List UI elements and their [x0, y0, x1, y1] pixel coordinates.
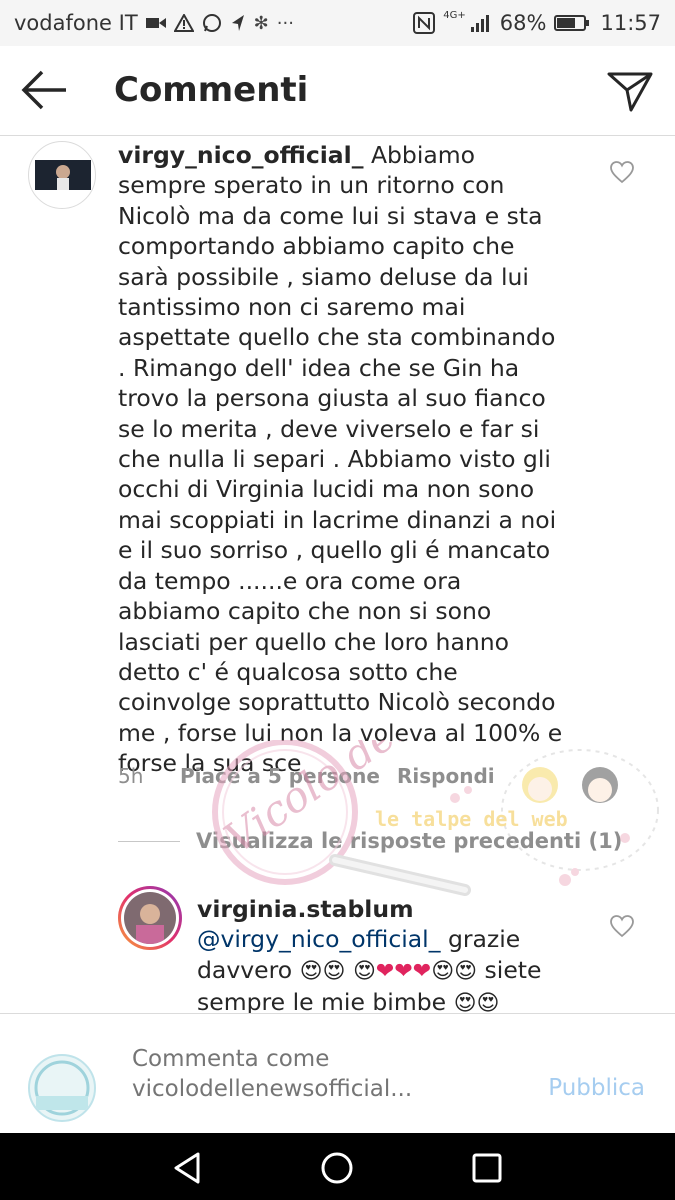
heart-eyes-emoji: 😍 — [454, 958, 478, 984]
page-title: Commenti — [114, 70, 309, 110]
android-navigation-bar — [0, 1133, 675, 1200]
arrow-left-icon[interactable] — [18, 66, 70, 114]
nav-recents-icon[interactable] — [467, 1148, 507, 1188]
divider-line — [118, 840, 180, 842]
nav-home-icon[interactable] — [317, 1148, 357, 1188]
more-icon: ··· — [276, 12, 294, 34]
reply-like-heart-icon[interactable] — [609, 914, 635, 938]
signal-icon — [470, 15, 489, 32]
comment-likes-link[interactable]: Piace a 5 persone — [180, 764, 380, 788]
whatsapp-icon — [202, 14, 221, 32]
heart-eyes-emoji: 😍 — [322, 958, 346, 984]
red-heart-emoji: ❤ — [412, 958, 432, 984]
reply-mention-link[interactable]: @virgy_nico_official_ — [197, 925, 440, 953]
publish-button[interactable]: Pubblica — [548, 1075, 645, 1101]
comment-body: virgy_nico_official_ Abbiamo sempre sper… — [118, 140, 568, 779]
avatar-virgy-nico[interactable] — [28, 141, 96, 209]
comment-compose-bar: Pubblica — [0, 1013, 675, 1133]
comment-time: 5h — [118, 764, 144, 788]
pinwheel-icon: ✻ — [253, 12, 269, 34]
view-previous-replies-link[interactable]: Visualizza le risposte precedenti (1) — [196, 829, 622, 853]
battery-percent-label: 68% — [499, 11, 547, 35]
red-heart-emoji: ❤ — [394, 958, 413, 984]
battery-level-fill — [557, 18, 576, 28]
status-bar: vodafone IT ✻ ··· 4G+ 68% 11:57 — [0, 0, 675, 46]
nav-back-icon[interactable] — [168, 1148, 208, 1188]
heart-eyes-emoji: 😍 — [352, 958, 376, 984]
heart-eyes-emoji: 😍 — [299, 958, 323, 984]
reply-button[interactable]: Rispondi — [397, 764, 495, 788]
red-heart-emoji: ❤ — [375, 958, 395, 984]
video-icon — [145, 18, 166, 28]
status-bar-left: vodafone IT ✻ ··· — [14, 11, 294, 35]
network-type-label: 4G+ — [443, 10, 466, 21]
nfc-icon — [413, 12, 436, 34]
navigation-icon — [231, 15, 244, 31]
reply-username[interactable]: virginia.stablum — [197, 895, 414, 923]
comment-username[interactable]: virgy_nico_official_ — [118, 141, 363, 169]
avatar-image — [35, 160, 91, 190]
like-heart-icon[interactable] — [609, 160, 635, 184]
battery-icon — [554, 15, 590, 31]
reply-body: virginia.stablum @virgy_nico_official_ g… — [197, 894, 592, 1020]
paper-plane-icon[interactable] — [605, 66, 655, 116]
status-bar-right: 4G+ 68% 11:57 — [413, 11, 661, 35]
carrier-label: vodafone IT — [14, 11, 138, 35]
comment-text: Abbiamo sempre sperato in un ritorno con… — [118, 141, 563, 778]
avatar-ring — [121, 889, 179, 947]
clock-label: 11:57 — [600, 11, 661, 35]
app-header: Commenti — [0, 46, 675, 136]
own-avatar[interactable] — [28, 1054, 96, 1122]
warning-icon — [173, 14, 194, 32]
comment-input[interactable] — [132, 1044, 527, 1106]
avatar-virginia-stablum[interactable] — [118, 886, 182, 950]
own-avatar-logo — [34, 1060, 90, 1116]
heart-eyes-emoji: 😍 — [431, 958, 455, 984]
avatar-image — [124, 892, 176, 944]
view-replies-row[interactable]: Visualizza le risposte precedenti (1) — [118, 826, 622, 856]
